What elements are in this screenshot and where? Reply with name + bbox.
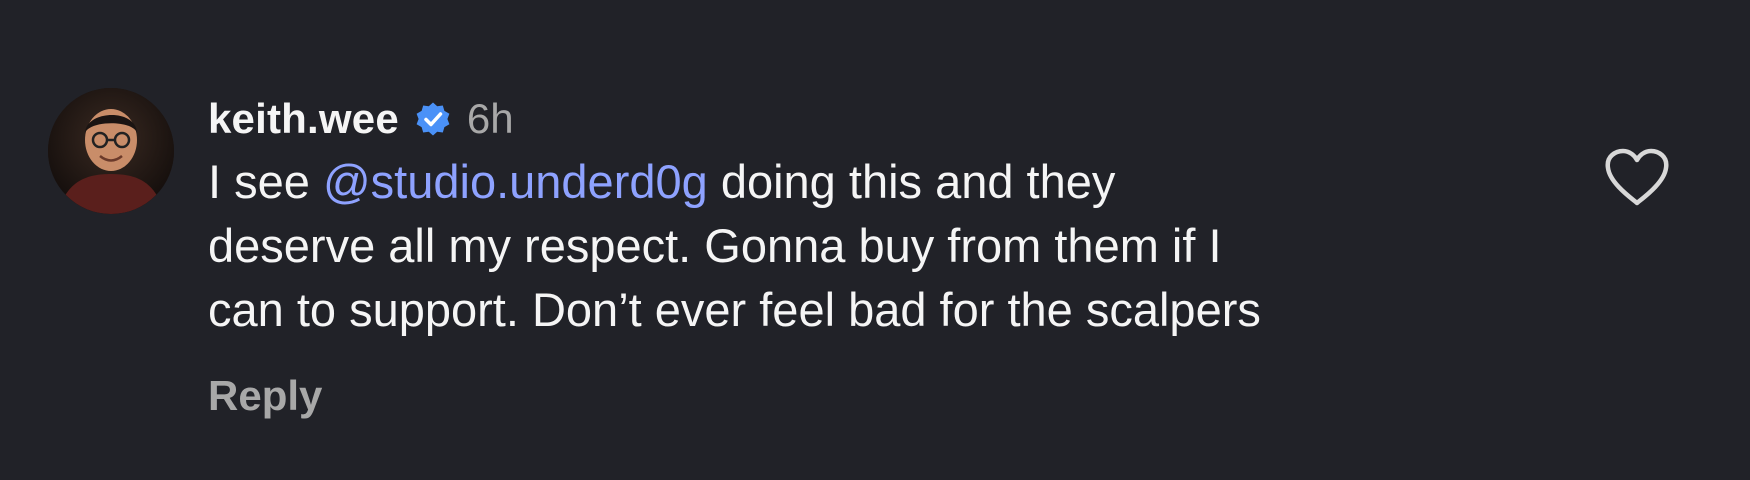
- comment-body: keith.wee 6h I see @studio.underd0g doin…: [208, 88, 1508, 420]
- mention-link[interactable]: @studio.underd0g: [323, 155, 708, 208]
- heart-outline-icon[interactable]: [1604, 148, 1670, 208]
- verified-badge-icon: [413, 99, 453, 139]
- reply-button[interactable]: Reply: [208, 372, 322, 420]
- comment-text-line2: deserve all my respect. Gonna buy from t…: [208, 219, 1222, 272]
- comment-item: keith.wee 6h I see @studio.underd0g doin…: [0, 0, 1750, 480]
- comment-text: I see @studio.underd0g doing this and th…: [208, 150, 1528, 342]
- comment-text-line3: can to support. Don’t ever feel bad for …: [208, 283, 1261, 336]
- username[interactable]: keith.wee: [208, 95, 399, 143]
- comment-text-prefix: I see: [208, 155, 323, 208]
- timestamp: 6h: [466, 95, 514, 142]
- comment-header: keith.wee 6h: [208, 88, 1508, 150]
- avatar[interactable]: [48, 88, 174, 214]
- comment-text-line1-suffix: doing this and they: [707, 155, 1116, 208]
